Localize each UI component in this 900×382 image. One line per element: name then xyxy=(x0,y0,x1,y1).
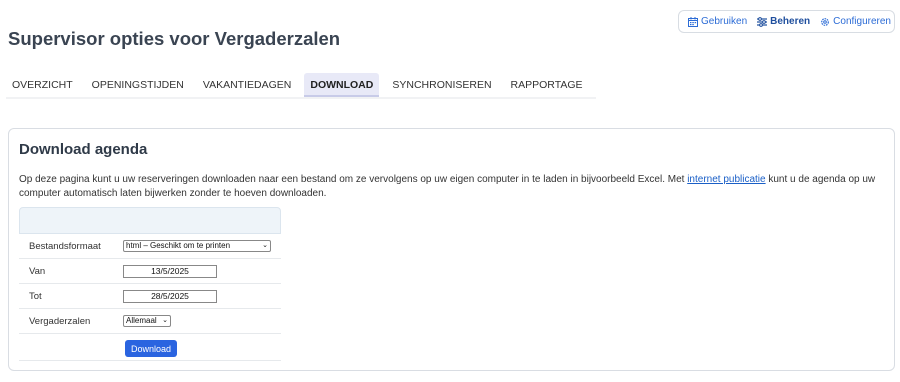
nav-gebruiken-label: Gebruiken xyxy=(701,16,748,27)
tot-label: Tot xyxy=(29,290,42,302)
tab-download[interactable]: DOWNLOAD xyxy=(304,73,380,97)
tab-vakantiedagen[interactable]: VAKANTIEDAGEN xyxy=(197,73,298,97)
tab-synchroniseren[interactable]: SYNCHRONISEREN xyxy=(386,73,497,97)
gear-icon xyxy=(821,17,830,26)
van-date-input[interactable]: 13/5/2025 xyxy=(123,264,217,278)
nav-configureren-label: Configureren xyxy=(833,16,891,27)
van-label: Van xyxy=(29,265,46,277)
tab-bar: OVERZICHT OPENINGSTIJDEN VAKANTIEDAGEN D… xyxy=(6,73,596,99)
tab-overzicht[interactable]: OVERZICHT xyxy=(6,73,79,97)
panel-title: Download agenda xyxy=(19,141,148,158)
nav-beheren-label: Beheren xyxy=(770,16,811,27)
desc-before: Op deze pagina kunt u uw reserveringen d… xyxy=(19,174,688,185)
nav-beheren[interactable]: Beheren xyxy=(757,16,810,27)
format-row: Bestandsformaat html – Geschikt om te pr… xyxy=(19,234,281,259)
tab-openingstijden[interactable]: OPENINGSTIJDEN xyxy=(86,73,190,97)
rooms-label: Vergaderzalen xyxy=(29,315,91,327)
format-select[interactable]: html – Geschikt om te printen ⌄ xyxy=(123,240,271,252)
download-button[interactable]: Download xyxy=(125,340,177,357)
chevron-down-icon: ⌄ xyxy=(262,242,268,249)
tab-rapportage[interactable]: RAPPORTAGE xyxy=(505,73,589,97)
form-header xyxy=(19,207,281,234)
tot-date-input[interactable]: 28/5/2025 xyxy=(123,289,217,303)
rooms-value: Allemaal xyxy=(126,316,157,325)
panel-description: Op deze pagina kunt u uw reserveringen d… xyxy=(19,173,889,200)
page-title: Supervisor opties voor Vergaderzalen xyxy=(8,28,341,49)
nav-gebruiken[interactable]: Gebruiken xyxy=(688,16,747,27)
internet-publicatie-link[interactable]: internet publicatie xyxy=(687,174,765,185)
chevron-down-icon: ⌄ xyxy=(162,317,168,324)
rooms-row: Vergaderzalen Allemaal ⌄ xyxy=(19,309,281,334)
sliders-icon xyxy=(757,16,768,27)
top-navigation: Gebruiken Beheren Configureren xyxy=(678,10,895,33)
download-panel: Download agenda Op deze pagina kunt u uw… xyxy=(8,128,895,371)
nav-configureren[interactable]: Configureren xyxy=(820,16,891,27)
format-label: Bestandsformaat xyxy=(29,240,101,252)
rooms-select[interactable]: Allemaal ⌄ xyxy=(123,315,171,327)
calendar-icon xyxy=(688,16,698,27)
form-bottom-divider xyxy=(19,360,281,361)
van-row: Van 13/5/2025 xyxy=(19,259,281,284)
tot-row: Tot 28/5/2025 xyxy=(19,284,281,309)
format-value: html – Geschikt om te printen xyxy=(126,241,231,250)
